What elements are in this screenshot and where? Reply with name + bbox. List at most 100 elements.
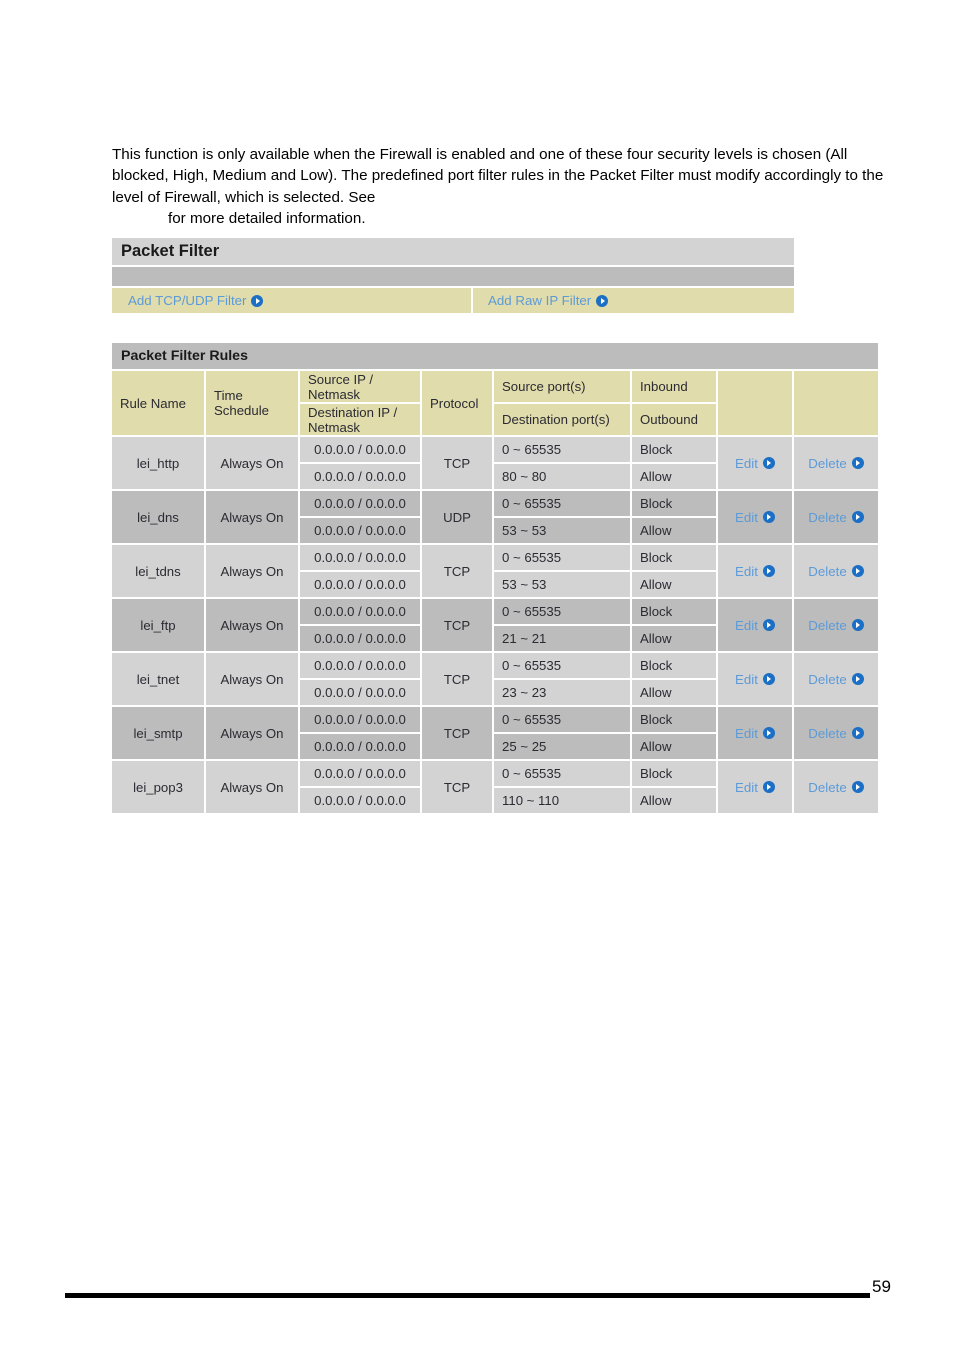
header-edit-column: [718, 369, 794, 435]
delete-label: Delete: [808, 617, 847, 633]
delete-button[interactable]: Delete: [794, 543, 878, 597]
delete-link[interactable]: Delete: [808, 617, 864, 633]
header-outbound: Outbound: [632, 402, 718, 435]
delete-label: Delete: [808, 779, 847, 795]
cell-destination-port: 23 ~ 23: [494, 678, 632, 705]
edit-button[interactable]: Edit: [718, 705, 794, 759]
delete-button[interactable]: Delete: [794, 489, 878, 543]
cell-outbound: Allow: [632, 516, 718, 543]
delete-link[interactable]: Delete: [808, 563, 864, 579]
cell-destination-ip: 0.0.0.0 / 0.0.0.0: [300, 678, 422, 705]
edit-link[interactable]: Edit: [735, 780, 775, 795]
edit-button[interactable]: Edit: [718, 597, 794, 651]
edit-button[interactable]: Edit: [718, 435, 794, 489]
add-tcp-udp-filter-link[interactable]: Add TCP/UDP Filter: [128, 293, 264, 308]
cell-source-ip: 0.0.0.0 / 0.0.0.0: [300, 435, 422, 462]
cell-destination-port: 53 ~ 53: [494, 570, 632, 597]
cell-source-ip: 0.0.0.0 / 0.0.0.0: [300, 705, 422, 732]
cell-source-ip: 0.0.0.0 / 0.0.0.0: [300, 597, 422, 624]
cell-source-ip: 0.0.0.0 / 0.0.0.0: [300, 759, 422, 786]
delete-label: Delete: [808, 671, 847, 687]
delete-link[interactable]: Delete: [808, 671, 864, 687]
circle-arrow-right-icon: [851, 727, 864, 739]
cell-source-ip: 0.0.0.0 / 0.0.0.0: [300, 651, 422, 678]
delete-link[interactable]: Delete: [808, 726, 864, 741]
cell-inbound: Block: [632, 597, 718, 624]
edit-link[interactable]: Edit: [735, 564, 775, 579]
cell-outbound: Allow: [632, 678, 718, 705]
cell-rule-name: lei_tdns: [112, 543, 206, 597]
circle-arrow-right-icon: [762, 457, 775, 469]
table-row: lei_smtp Always On 0.0.0.0 / 0.0.0.0 TCP 0 ~…: [112, 705, 878, 759]
intro-text-line-2: for more detailed information.: [168, 209, 366, 227]
edit-link[interactable]: Edit: [735, 456, 775, 471]
cell-outbound: Allow: [632, 570, 718, 597]
delete-button[interactable]: Delete: [794, 705, 878, 759]
cell-destination-ip: 0.0.0.0 / 0.0.0.0: [300, 462, 422, 489]
cell-outbound: Allow: [632, 462, 718, 489]
edit-link[interactable]: Edit: [735, 618, 775, 633]
edit-button[interactable]: Edit: [718, 489, 794, 543]
cell-destination-ip: 0.0.0.0 / 0.0.0.0: [300, 732, 422, 759]
delete-link[interactable]: Delete: [808, 779, 864, 795]
add-raw-ip-filter-link[interactable]: Add Raw IP Filter: [488, 293, 609, 308]
cell-source-port: 0 ~ 65535: [494, 705, 632, 732]
edit-button[interactable]: Edit: [718, 543, 794, 597]
edit-label: Edit: [735, 455, 758, 471]
add-tcp-udp-filter-cell[interactable]: Add TCP/UDP Filter: [112, 288, 471, 313]
edit-link[interactable]: Edit: [735, 510, 775, 525]
cell-destination-ip: 0.0.0.0 / 0.0.0.0: [300, 786, 422, 813]
cell-time-schedule: Always On: [206, 543, 300, 597]
cell-destination-ip: 0.0.0.0 / 0.0.0.0: [300, 624, 422, 651]
cell-inbound: Block: [632, 759, 718, 786]
cell-source-port: 0 ~ 65535: [494, 543, 632, 570]
delete-label: Delete: [808, 455, 847, 471]
cell-time-schedule: Always On: [206, 651, 300, 705]
delete-button[interactable]: Delete: [794, 651, 878, 705]
circle-arrow-right-icon: [762, 781, 775, 793]
header-delete-column: [794, 369, 878, 435]
circle-arrow-right-icon: [851, 673, 864, 685]
edit-link[interactable]: Edit: [735, 672, 775, 687]
cell-rule-name: lei_smtp: [112, 705, 206, 759]
cell-inbound: Block: [632, 435, 718, 462]
packet-filter-actions-row: Add TCP/UDP Filter Add Raw IP Filter: [112, 286, 794, 313]
cell-protocol: UDP: [422, 489, 494, 543]
cell-rule-name: lei_tnet: [112, 651, 206, 705]
delete-label: Delete: [808, 563, 847, 579]
delete-button[interactable]: Delete: [794, 597, 878, 651]
cell-rule-name: lei_http: [112, 435, 206, 489]
cell-rule-name: lei_pop3: [112, 759, 206, 813]
header-inbound: Inbound: [632, 369, 718, 402]
cell-destination-port: 25 ~ 25: [494, 732, 632, 759]
cell-protocol: TCP: [422, 759, 494, 813]
table-header-row-top: Rule Name Time Schedule Source IP / Netm…: [112, 369, 878, 435]
delete-link[interactable]: Delete: [808, 455, 864, 471]
page-number: 59: [872, 1277, 891, 1296]
packet-filter-panel: Packet Filter Add TCP/UDP Filter Add Raw…: [112, 238, 794, 313]
circle-arrow-right-icon: [851, 619, 864, 631]
cell-protocol: TCP: [422, 597, 494, 651]
cell-inbound: Block: [632, 705, 718, 732]
cell-destination-port: 80 ~ 80: [494, 462, 632, 489]
cell-protocol: TCP: [422, 435, 494, 489]
edit-label: Edit: [735, 563, 758, 579]
edit-button[interactable]: Edit: [718, 651, 794, 705]
add-raw-ip-filter-cell[interactable]: Add Raw IP Filter: [471, 288, 794, 313]
edit-label: Edit: [735, 779, 758, 795]
cell-source-ip: 0.0.0.0 / 0.0.0.0: [300, 489, 422, 516]
header-destination-ip: Destination IP / Netmask: [300, 402, 422, 435]
header-rule-name: Rule Name: [112, 369, 206, 435]
cell-source-port: 0 ~ 65535: [494, 489, 632, 516]
table-row: lei_dns Always On 0.0.0.0 / 0.0.0.0 UDP 0 ~ …: [112, 489, 878, 543]
packet-filter-rules-table: Rule Name Time Schedule Source IP / Netm…: [112, 369, 878, 813]
edit-link[interactable]: Edit: [735, 726, 775, 741]
edit-label: Edit: [735, 671, 758, 687]
table-row: lei_ftp Always On 0.0.0.0 / 0.0.0.0 TCP 0 ~ …: [112, 597, 878, 651]
delete-button[interactable]: Delete: [794, 435, 878, 489]
delete-button[interactable]: Delete: [794, 759, 878, 813]
delete-link[interactable]: Delete: [808, 510, 864, 525]
circle-arrow-right-icon: [596, 294, 609, 307]
header-time-schedule: Time Schedule: [206, 369, 300, 435]
edit-button[interactable]: Edit: [718, 759, 794, 813]
